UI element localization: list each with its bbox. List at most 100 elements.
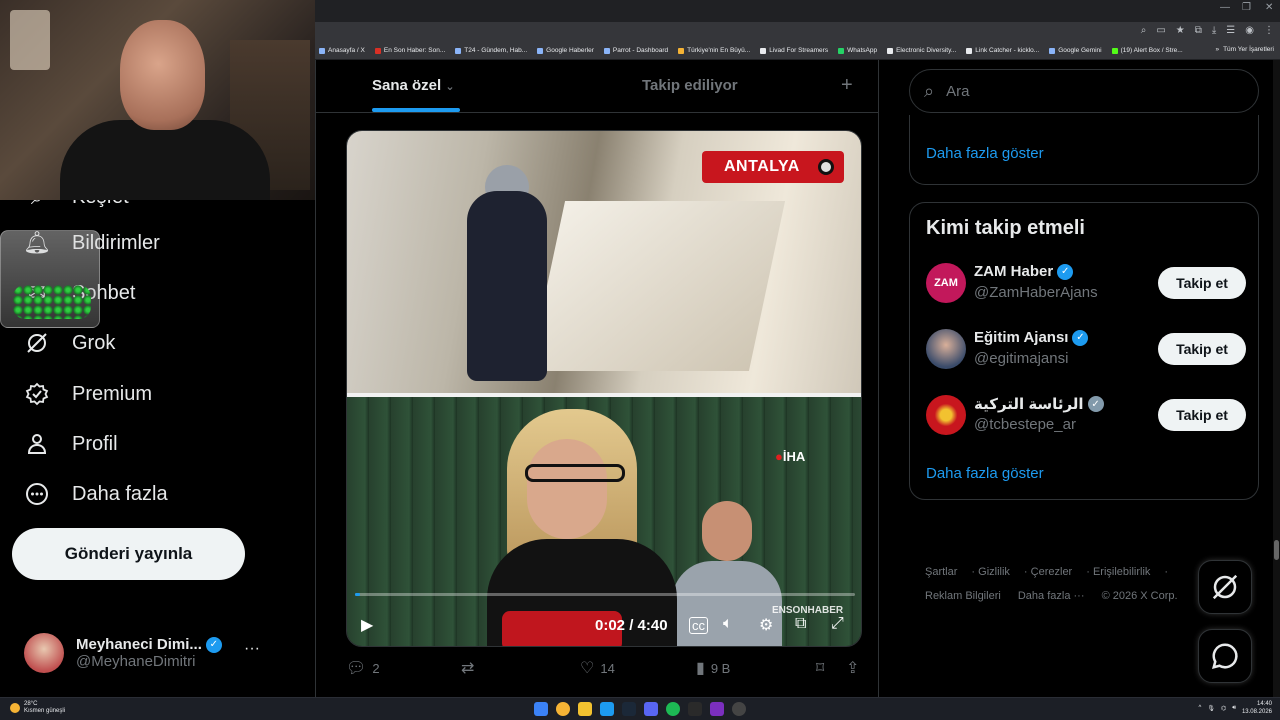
scrollbar-thumb[interactable] <box>1274 540 1279 560</box>
tab-for-you[interactable]: Sana özel ⌄ <box>372 77 455 94</box>
bookmark-item[interactable]: Google Gemini <box>1049 47 1102 54</box>
follow-suggestion[interactable]: الرئاسة التركية ✓ @tcbestepe_ar Takip et <box>926 393 1246 437</box>
windows-taskbar: 28°C Kısmen güneşli ^ 🎙︎ ⌬ 🔊︎ 14:40 13.08.… <box>0 697 1280 720</box>
bookmark-item[interactable]: Electronic Diversity... <box>887 47 956 54</box>
tray-expand-icon[interactable]: ^ <box>1198 705 1201 711</box>
footer-link[interactable]: Reklam Bilgileri <box>925 590 1001 602</box>
share-button[interactable]: ⇪ <box>846 658 859 678</box>
messages-fab[interactable] <box>1198 629 1252 683</box>
bookmark-item[interactable]: Google Haberler <box>537 47 594 54</box>
footer-link[interactable]: Erişilebilirlik <box>1093 566 1150 578</box>
video-progress-bar[interactable] <box>355 593 855 596</box>
discord-icon[interactable] <box>644 702 658 716</box>
bookmark-item[interactable]: En Son Haber: Son... <box>374 47 445 54</box>
views-button[interactable]: ▮ 9 B <box>696 658 730 678</box>
clock-time: 14:40 <box>1256 701 1272 707</box>
file-explorer-icon[interactable] <box>578 702 592 716</box>
close-window-icon[interactable]: ✕ <box>1265 2 1273 13</box>
nav-item-more[interactable]: Daha fazla <box>24 481 168 507</box>
bookmark-item[interactable]: (19) Alert Box / Stre... <box>1111 47 1183 54</box>
picture-in-picture-icon[interactable]: ⧉ <box>795 615 806 633</box>
tweet-video-player[interactable]: ANTALYA ●İHA ENSONHABER ▶ 0:02 / 4:40 cc… <box>346 130 862 647</box>
restore-icon[interactable]: ❐ <box>1242 2 1251 13</box>
bookmark-favicon-icon <box>838 47 845 54</box>
address-bar[interactable]: ⌕ ▭ ★ ⧉ ⤓ ☰ ◉ ⋮ <box>315 22 1280 42</box>
like-button[interactable]: ♡ 14 <box>580 658 615 678</box>
account-more-icon[interactable]: ··· <box>244 640 260 658</box>
bookmark-item[interactable]: Link Catcher - kicklo... <box>966 47 1039 54</box>
reading-list-icon[interactable]: ☰ <box>1226 25 1235 36</box>
webcam-person-body <box>60 120 270 200</box>
sun-icon <box>10 703 20 713</box>
taskbar-clock[interactable]: 14:40 13.08.2026 <box>1242 700 1272 716</box>
follow-button[interactable]: Takip et <box>1158 267 1246 299</box>
add-list-icon[interactable]: + <box>841 74 853 97</box>
account-switcher[interactable]: Meyhaneci Dimi... ✓ @MeyhaneDimitri ··· <box>24 630 274 676</box>
browser-menu-icon[interactable]: ⋮ <box>1264 25 1274 36</box>
all-bookmarks-button[interactable]: Tüm Yer İşaretleri <box>1223 46 1274 53</box>
footer-link[interactable]: Çerezler <box>1031 566 1073 578</box>
footer-link[interactable]: Daha fazla ··· <box>1018 590 1085 602</box>
show-more-link[interactable]: Daha fazla göster <box>926 145 1044 162</box>
page-scrollbar[interactable] <box>1273 60 1280 697</box>
footer-link[interactable]: Gizlilik <box>978 566 1010 578</box>
reply-button[interactable]: 💬︎ 2 <box>346 658 380 678</box>
bookmark-item[interactable]: Parrot - Dashboard <box>603 47 668 54</box>
bookmark-label: WhatsApp <box>847 47 878 54</box>
bookmark-item[interactable]: Anasayfa / X <box>319 47 365 54</box>
account-name: ZAM Haber <box>974 263 1054 280</box>
volume-icon[interactable]: 🔈︎ <box>723 615 733 633</box>
search-input[interactable] <box>946 82 1237 100</box>
epic-games-icon[interactable] <box>688 702 702 716</box>
nav-item-grok[interactable]: Grok <box>24 330 115 356</box>
grok-fab[interactable] <box>1198 560 1252 614</box>
show-more-link[interactable]: Daha fazla göster <box>926 465 1044 482</box>
bookmark-button[interactable]: ⌑ <box>816 658 824 678</box>
bookmark-star-icon[interactable]: ★ <box>1176 25 1185 36</box>
nav-item-profile[interactable]: Profil <box>24 431 118 457</box>
post-button[interactable]: Gönderi yayınla <box>12 528 245 580</box>
start-icon[interactable] <box>534 702 548 716</box>
follow-suggestion[interactable]: Eğitim Ajansı ✓ @egitimajansi Takip et <box>926 327 1246 371</box>
zoom-icon[interactable]: ⌕ <box>1141 25 1147 36</box>
bookmark-item[interactable]: Livad For Streamers <box>760 47 828 54</box>
repost-button[interactable]: ⇄ <box>461 658 480 678</box>
follow-button[interactable]: Takip et <box>1158 333 1246 365</box>
search-box[interactable]: ⌕ <box>909 69 1259 113</box>
bookmark-item[interactable]: Türkiye'nin En Büyü... <box>678 47 750 54</box>
fullscreen-icon[interactable]: ⤢ <box>831 615 844 633</box>
right-sidebar: ⌕ Daha fazla göster Kimi takip etmeli ZA… <box>880 60 1280 697</box>
bookmark-icon: ⌑ <box>816 660 825 677</box>
bookmarks-overflow-button[interactable]: » <box>1215 46 1219 53</box>
extensions-icon[interactable]: ⧉ <box>1195 25 1202 36</box>
verified-badge-icon: ✓ <box>1057 263 1074 280</box>
settings-gear-icon[interactable]: ⚙ <box>759 615 773 635</box>
weather-widget[interactable]: 28°C Kısmen güneşli <box>10 701 65 715</box>
edge-icon[interactable] <box>600 702 614 716</box>
interviewee-glasses <box>525 464 625 482</box>
steam-icon[interactable] <box>622 702 636 716</box>
bookmark-item[interactable]: T24 - Gündem, Hab... <box>455 47 527 54</box>
app-icon[interactable] <box>710 702 724 716</box>
footer-link[interactable]: Şartlar <box>925 566 957 578</box>
spotify-icon[interactable] <box>666 702 680 716</box>
mic-icon[interactable]: 🎙︎ <box>1207 705 1215 712</box>
minimize-icon[interactable]: — <box>1220 2 1230 13</box>
bookmark-item[interactable]: WhatsApp <box>838 47 877 54</box>
obs-icon[interactable] <box>732 702 746 716</box>
profile-icon[interactable]: ◉ <box>1245 25 1254 36</box>
bookmark-favicon-icon <box>374 47 381 54</box>
follow-suggestion[interactable]: ZAM ZAM Haber ✓ @ZamHaberAjans Takip et <box>926 261 1246 305</box>
volume-icon[interactable]: 🔊︎ <box>1232 705 1236 712</box>
download-icon[interactable]: ⤓ <box>1212 25 1216 36</box>
play-icon[interactable]: ▶ <box>361 615 373 635</box>
taskbar-apps <box>534 702 746 716</box>
nav-item-premium[interactable]: Premium <box>24 381 152 407</box>
tab-following[interactable]: Takip ediliyor <box>642 77 738 94</box>
chrome-icon[interactable] <box>556 702 570 716</box>
bookmark-label: Anasayfa / X <box>328 47 365 54</box>
cast-icon[interactable]: ▭ <box>1156 25 1165 36</box>
follow-button[interactable]: Takip et <box>1158 399 1246 431</box>
captions-icon[interactable]: cc <box>689 617 708 634</box>
network-icon[interactable]: ⌬ <box>1221 705 1226 712</box>
